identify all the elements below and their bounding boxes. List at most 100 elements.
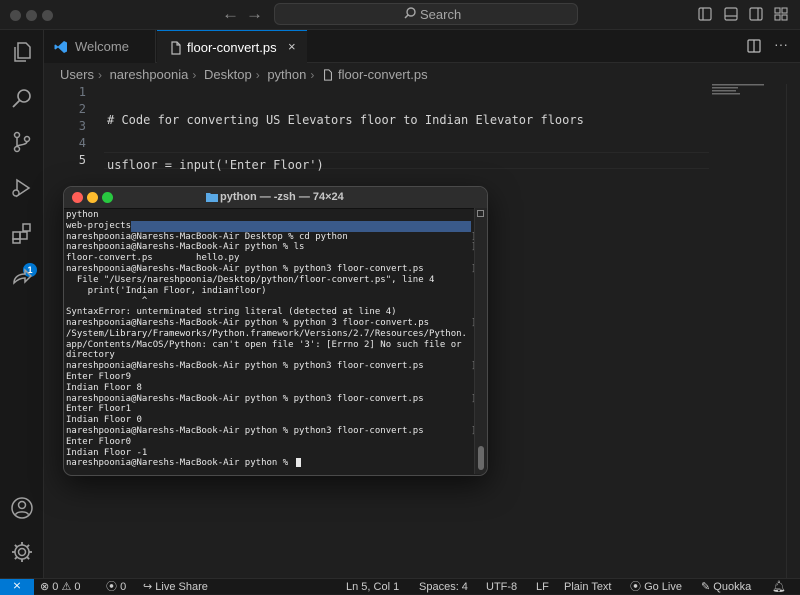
terminal-line: SyntaxError: unterminated string literal… xyxy=(66,307,397,318)
breadcrumb-file[interactable]: floor-convert.ps xyxy=(338,67,428,82)
terminal-line: app/Contents/MacOS/Python: can't open fi… xyxy=(66,339,462,350)
terminal-line: nareshpoonia@Nareshs-MacBook-Air python … xyxy=(66,361,476,372)
run-debug-icon[interactable] xyxy=(10,176,34,200)
cursor-position[interactable]: Ln 5, Col 1 xyxy=(346,580,399,594)
toggle-panel-icon[interactable] xyxy=(724,7,738,21)
terminal-line: nareshpoonia@Nareshs-MacBook-Air python … xyxy=(66,242,476,253)
editor-tab-bar: Welcome floor-convert.ps × ··· xyxy=(44,30,800,63)
problems-indicator[interactable]: ⊗ 0 ⚠ 0 xyxy=(40,580,81,594)
terminal-line: Indian Floor 8 xyxy=(66,382,142,393)
command-center-search[interactable]: Search xyxy=(274,3,578,25)
terminal-line: Enter Floor0 xyxy=(66,436,132,447)
terminal-close-button[interactable] xyxy=(72,192,83,203)
live-share-status[interactable]: ↪ Live Share xyxy=(143,580,208,594)
line-number: 2 xyxy=(78,102,86,116)
quokka-label: Quokka xyxy=(713,581,752,593)
line-number: 3 xyxy=(78,119,86,133)
breadcrumb-users[interactable]: Users xyxy=(60,67,94,82)
terminal-cursor xyxy=(295,458,301,468)
live-share-icon[interactable] xyxy=(10,266,34,290)
terminal-line: nareshpoonia@Nareshs-MacBook-Air python … xyxy=(66,394,476,405)
terminal-line-text: nareshpoonia@Nareshs-MacBook-Air python … xyxy=(66,361,424,372)
folder-icon xyxy=(206,193,218,202)
toggle-primary-sidebar-icon[interactable] xyxy=(698,7,712,21)
go-live-label: Go Live xyxy=(644,581,682,593)
language-mode[interactable]: Plain Text xyxy=(564,580,612,594)
ports-count: 0 xyxy=(120,581,127,593)
line-number: 5 xyxy=(78,153,86,167)
split-editor-icon[interactable] xyxy=(747,39,761,53)
terminal-output[interactable]: python web-projects nareshpoonia@Nareshs… xyxy=(66,210,476,469)
terminal-minimize-button[interactable] xyxy=(87,192,98,203)
line-ending[interactable]: LF xyxy=(536,580,549,594)
terminal-line-text: nareshpoonia@Nareshs-MacBook-Air python … xyxy=(66,263,424,274)
encoding[interactable]: UTF-8 xyxy=(486,580,517,594)
terminal-title: python — -zsh — 74×24 xyxy=(220,191,344,203)
warning-icon: ⚠ xyxy=(61,581,72,593)
live-share-icon: ↪ xyxy=(143,581,153,593)
indentation[interactable]: Spaces: 4 xyxy=(419,580,468,594)
tab-floor-convert-label: floor-convert.ps xyxy=(187,40,277,55)
ports-indicator[interactable]: ⦿ 0 xyxy=(106,580,126,594)
source-control-icon[interactable] xyxy=(10,130,34,154)
minimap[interactable] xyxy=(712,84,772,104)
breadcrumb-python[interactable]: python xyxy=(267,67,306,82)
editor-scrollbar[interactable] xyxy=(786,84,800,578)
search-view-icon[interactable] xyxy=(10,86,34,110)
back-arrow-icon[interactable]: ← xyxy=(222,4,239,24)
terminal-line-text: nareshpoonia@Nareshs-MacBook-Air python … xyxy=(66,425,424,436)
chevron-right-icon: › xyxy=(192,67,197,82)
more-actions-icon[interactable]: ··· xyxy=(774,36,788,52)
terminal-title-bar[interactable]: python — -zsh — 74×24 xyxy=(64,187,487,209)
tab-welcome[interactable]: Welcome xyxy=(44,30,156,63)
terminal-line-text: nareshpoonia@Nareshs-MacBook-Air python … xyxy=(66,242,305,253)
tab-close-icon[interactable]: × xyxy=(288,39,296,54)
terminal-line: Indian Floor 0 xyxy=(66,415,142,426)
line-number: 4 xyxy=(78,136,86,150)
terminal-zoom-button[interactable] xyxy=(102,192,113,203)
accounts-icon[interactable] xyxy=(10,496,34,520)
terminal-scroll-thumb[interactable] xyxy=(478,446,484,470)
customize-layout-icon[interactable] xyxy=(774,7,788,21)
breadcrumb-user[interactable]: nareshpoonia xyxy=(110,67,189,82)
terminal-line-text: nareshpoonia@Nareshs-MacBook-Air Desktop… xyxy=(66,231,348,242)
quokka-status[interactable]: ✎ Quokka xyxy=(701,580,751,594)
terminal-line: nareshpoonia@Nareshs-MacBook-Air python … xyxy=(66,425,476,437)
code-line[interactable]: usfloor = input('Enter Floor') xyxy=(107,157,584,174)
terminal-line: directory xyxy=(66,350,115,361)
window-zoom-dot[interactable] xyxy=(42,10,53,21)
forward-arrow-icon[interactable]: → xyxy=(246,4,263,24)
extensions-icon[interactable] xyxy=(10,222,34,246)
breadcrumb: Users › nareshpoonia › Desktop › python › fl… xyxy=(60,66,428,84)
title-bar: ← → Search xyxy=(0,0,800,30)
status-bar: ⨯ ⊗ 0 ⚠ 0 ⦿ 0 ↪ Live Share Ln 5, Col 1 S… xyxy=(0,578,800,595)
terminal-line-text: web-projects xyxy=(66,220,132,231)
terminal-line: ^ xyxy=(66,296,148,307)
explorer-icon[interactable] xyxy=(10,40,34,64)
terminal-prompt-line[interactable]: nareshpoonia@Nareshs-MacBook-Air python … xyxy=(66,458,474,469)
terminal-line: /System/Library/Frameworks/Python.framew… xyxy=(66,328,467,339)
settings-gear-icon[interactable] xyxy=(10,540,34,564)
window-minimize-dot[interactable] xyxy=(26,10,37,21)
line-number-gutter: 1 2 3 4 5 xyxy=(44,84,86,169)
notifications-bell-icon[interactable]: 🔔︎ xyxy=(772,580,786,594)
terminal-line: Enter Floor9 xyxy=(66,371,132,382)
go-live-button[interactable]: ⦿ Go Live xyxy=(630,580,682,594)
terminal-line: python xyxy=(66,210,99,220)
terminal-selection xyxy=(131,220,471,232)
terminal-scrollbar[interactable] xyxy=(474,208,487,474)
remote-indicator[interactable]: ⨯ xyxy=(0,579,34,595)
terminal-line: nareshpoonia@Nareshs-MacBook-Air python … xyxy=(66,263,476,275)
terminal-line: Enter Floor1 xyxy=(66,404,132,415)
toggle-secondary-sidebar-icon[interactable] xyxy=(749,7,763,21)
tab-floor-convert[interactable]: floor-convert.ps × xyxy=(157,30,307,63)
code-line[interactable]: # Code for converting US Elevators floor… xyxy=(107,112,584,129)
terminal-scroll-button[interactable] xyxy=(477,210,484,217)
breadcrumb-desktop[interactable]: Desktop xyxy=(204,67,252,82)
chevron-right-icon: › xyxy=(97,67,102,82)
terminal-window[interactable]: python — -zsh — 74×24 python web-project… xyxy=(63,186,488,476)
vscode-logo-icon xyxy=(54,41,67,53)
window-close-dot[interactable] xyxy=(10,10,21,21)
terminal-line-text: nareshpoonia@Nareshs-MacBook-Air python … xyxy=(66,317,430,328)
broadcast-icon: ⦿ xyxy=(630,581,641,593)
